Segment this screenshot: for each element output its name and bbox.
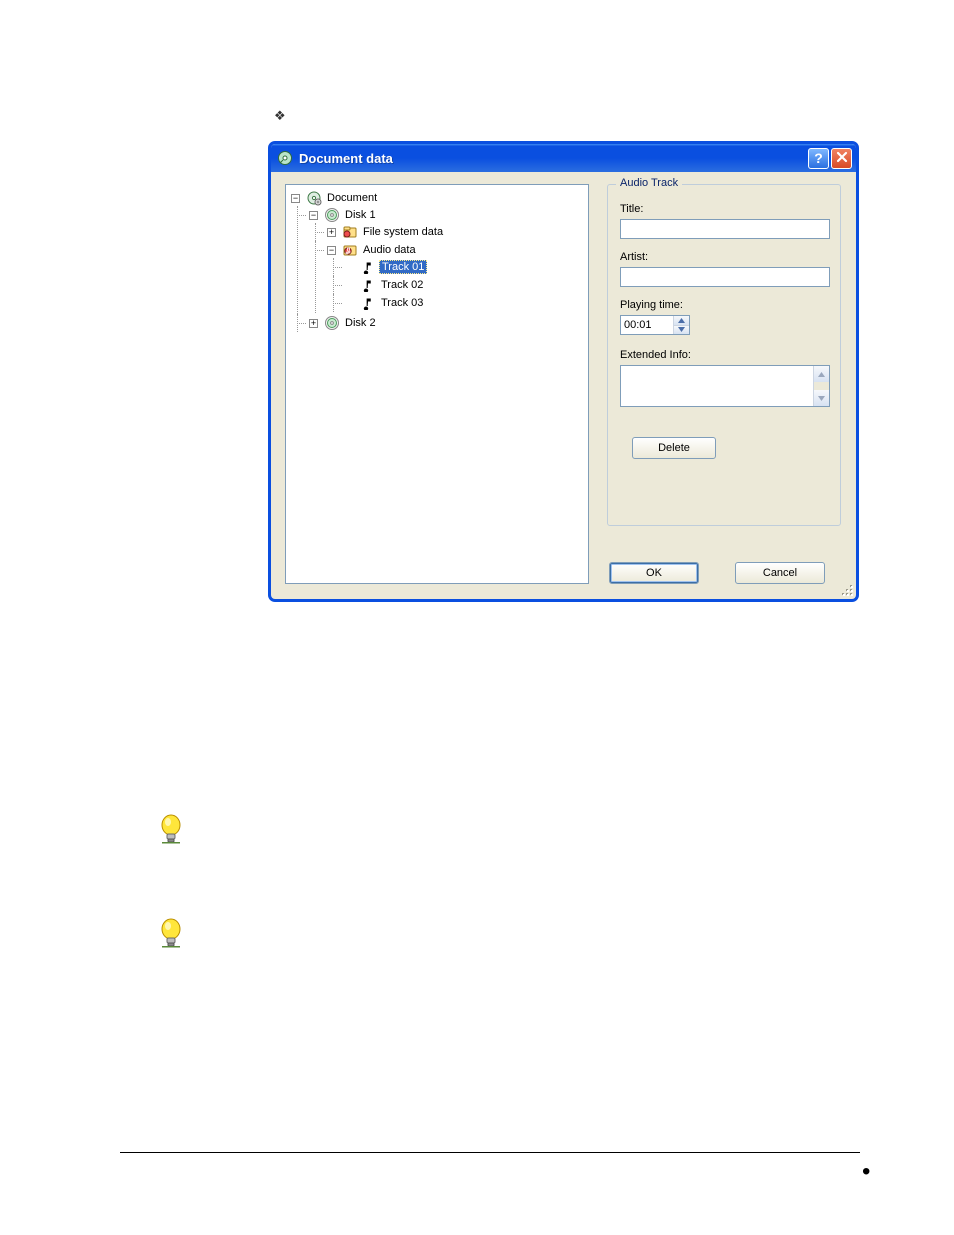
document-root-icon (306, 190, 322, 206)
ok-button[interactable]: OK (609, 562, 699, 584)
tree-node-audiodata[interactable]: Audio data (361, 244, 418, 256)
close-button[interactable] (831, 148, 852, 169)
page-bullet-icon: • (862, 1158, 870, 1186)
extended-info-wrap (620, 365, 830, 407)
page-root: ❖ Document data ? (0, 0, 954, 1235)
help-button[interactable]: ? (808, 148, 829, 169)
playing-time-input[interactable] (621, 316, 673, 334)
scroll-down-icon[interactable] (814, 390, 829, 406)
lightbulb-icon (158, 918, 184, 950)
title-label: Title: (620, 203, 643, 215)
disc-icon (324, 315, 340, 331)
music-note-icon (360, 277, 376, 293)
dialog-title: Document data (299, 151, 806, 166)
close-icon (836, 150, 848, 166)
tree-node-track03[interactable]: Track 03 (379, 297, 425, 309)
groupbox-legend: Audio Track (616, 177, 682, 189)
tree-node-track01[interactable]: Track 01 (379, 260, 427, 274)
bullet-diamond-icon: ❖ (274, 108, 286, 124)
expander-disk1[interactable]: − (309, 211, 318, 220)
scroll-up-icon[interactable] (814, 366, 829, 382)
music-note-icon (360, 259, 376, 275)
tree-node-document[interactable]: Document (325, 192, 379, 204)
tree-panel[interactable]: − Document − (285, 184, 589, 584)
textarea-scrollbar[interactable] (813, 366, 829, 406)
lightbulb-icon (158, 814, 184, 846)
expander-filesys[interactable]: + (327, 228, 336, 237)
resize-grip-icon[interactable] (838, 581, 854, 597)
delete-button-label: Delete (658, 442, 690, 454)
title-input[interactable] (620, 219, 830, 239)
playing-time-label: Playing time: (620, 299, 683, 311)
app-icon (277, 150, 293, 166)
music-note-icon (360, 295, 376, 311)
audio-folder-icon (342, 242, 358, 258)
cancel-button-label: Cancel (763, 567, 797, 579)
tree-node-filesystem[interactable]: File system data (361, 226, 445, 238)
artist-label: Artist: (620, 251, 648, 263)
expander-disk2[interactable]: + (309, 319, 318, 328)
artist-input[interactable] (620, 267, 830, 287)
tree-node-disk2[interactable]: Disk 2 (343, 317, 378, 329)
ok-button-label: OK (646, 567, 662, 579)
filesystem-icon (342, 224, 358, 240)
expander-document[interactable]: − (291, 194, 300, 203)
delete-button[interactable]: Delete (632, 437, 716, 459)
cancel-button[interactable]: Cancel (735, 562, 825, 584)
spinner-up-button[interactable] (674, 316, 689, 326)
audio-track-groupbox: Audio Track Title: Artist: Playing time:… (607, 184, 841, 526)
tree-node-track02[interactable]: Track 02 (379, 279, 425, 291)
expander-audio[interactable]: − (327, 246, 336, 255)
dialog-body: − Document − (271, 172, 856, 599)
playing-time-spinner[interactable] (620, 315, 690, 335)
tree-node-disk1[interactable]: Disk 1 (343, 209, 378, 221)
footer-rule (120, 1152, 860, 1153)
spinner-down-button[interactable] (674, 326, 689, 335)
extended-info-label: Extended Info: (620, 349, 691, 361)
help-icon: ? (814, 150, 823, 166)
disc-icon (324, 207, 340, 223)
tree: − Document − (288, 189, 586, 333)
titlebar[interactable]: Document data ? (271, 144, 856, 172)
extended-info-textarea[interactable] (620, 365, 830, 407)
document-data-dialog: Document data ? − (268, 141, 859, 602)
